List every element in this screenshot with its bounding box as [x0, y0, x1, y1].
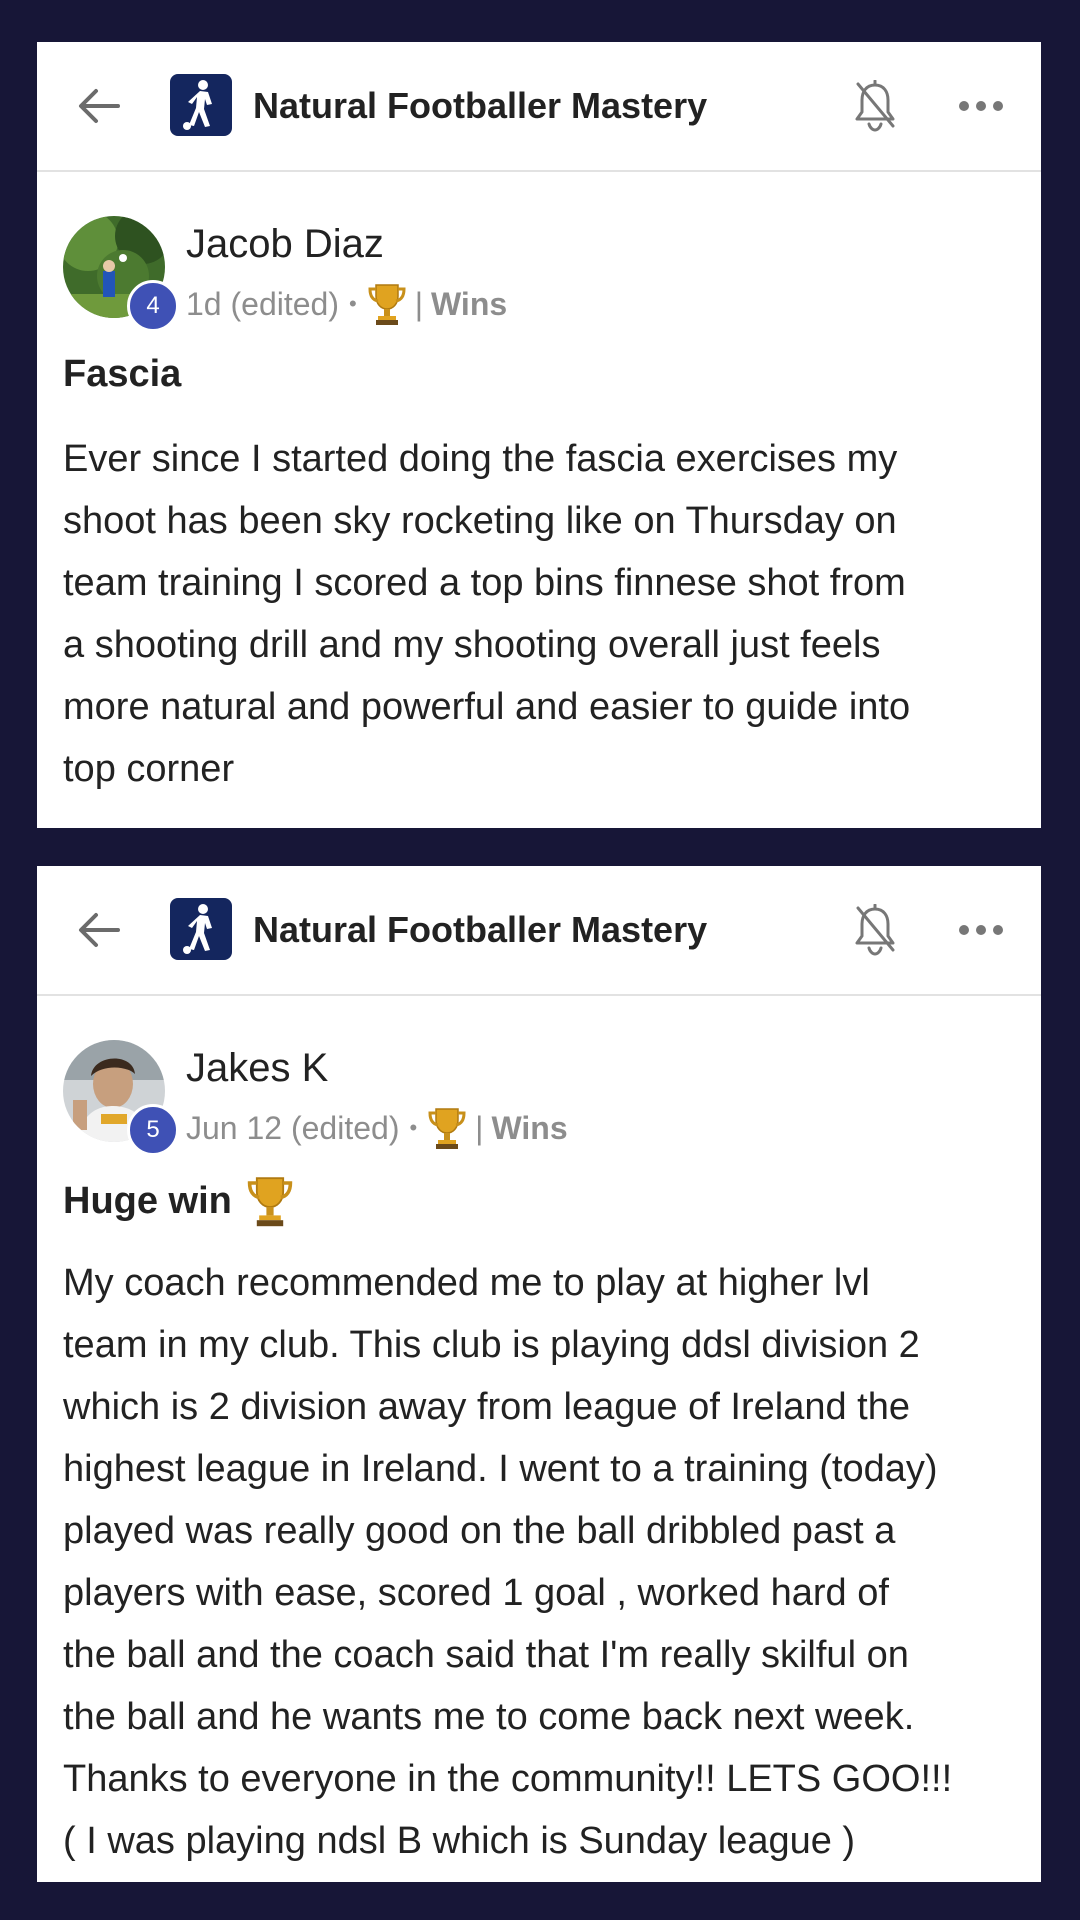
- level-badge: 4: [127, 280, 179, 332]
- meta-dot-separator: •: [348, 291, 357, 316]
- post-title-text: Fascia: [63, 353, 182, 395]
- post-body-line: shoot has been sky rocketing like on Thu…: [63, 500, 897, 542]
- post-time: Jun 12 (edited): [186, 1110, 400, 1146]
- post-body-line: team in my club. This club is playing dd…: [63, 1324, 920, 1366]
- group-logo: [170, 898, 232, 960]
- post-body: My coach recommended me to play at highe…: [63, 1252, 1033, 1872]
- bell-off-icon: [855, 80, 895, 132]
- arrow-left-icon: [79, 89, 120, 123]
- level-badge: 5: [127, 1104, 179, 1156]
- back-button[interactable]: [75, 82, 123, 130]
- bell-off-icon: [855, 904, 895, 956]
- author-name[interactable]: Jakes K: [186, 1044, 328, 1092]
- back-button[interactable]: [75, 906, 123, 954]
- post-card: Natural Footballer Mastery: [37, 866, 1041, 1882]
- post-title: Fascia: [63, 350, 181, 398]
- post-body-line: the ball and the coach said that I'm rea…: [63, 1634, 909, 1676]
- group-name[interactable]: Natural Footballer Mastery: [253, 908, 707, 952]
- post-meta: Jun 12 (edited) • | Wins: [186, 1106, 568, 1150]
- notification-toggle-button[interactable]: [849, 78, 901, 134]
- category-separator: |: [414, 286, 423, 322]
- more-options-button[interactable]: [949, 82, 1013, 130]
- post-meta: 1d (edited) • | Wins: [186, 282, 507, 326]
- more-horizontal-icon: [959, 101, 1003, 111]
- post-body-line: My coach recommended me to play at highe…: [63, 1262, 870, 1304]
- more-horizontal-icon: [959, 925, 1003, 935]
- post-body-line: players with ease, scored 1 goal , worke…: [63, 1572, 889, 1614]
- post-body-line: more natural and powerful and easier to …: [63, 686, 911, 728]
- arrow-left-icon: [79, 913, 120, 947]
- post-time: 1d (edited): [186, 286, 339, 322]
- group-logo: [170, 74, 232, 136]
- meta-dot-separator: •: [409, 1115, 418, 1140]
- top-bar: Natural Footballer Mastery: [37, 42, 1041, 172]
- author-name[interactable]: Jacob Diaz: [186, 220, 384, 268]
- post-category[interactable]: Wins: [431, 283, 507, 325]
- post-body-line: highest league in Ireland. I went to a t…: [63, 1448, 938, 1490]
- category-separator: |: [475, 1110, 484, 1146]
- post-title: Huge win: [63, 1174, 294, 1228]
- top-bar: Natural Footballer Mastery: [37, 866, 1041, 996]
- post-title-text: Huge win: [63, 1180, 232, 1222]
- post-body-line: played was really good on the ball dribb…: [63, 1510, 896, 1552]
- post-category[interactable]: Wins: [491, 1107, 567, 1149]
- notification-toggle-button[interactable]: [849, 902, 901, 958]
- trophy-icon: [368, 284, 406, 325]
- author-avatar[interactable]: 5: [63, 1040, 179, 1156]
- post-body-line: ( I was playing ndsl B which is Sunday l…: [63, 1820, 856, 1862]
- author-avatar[interactable]: 4: [63, 216, 179, 332]
- post-body-line: Thanks to everyone in the community!! LE…: [63, 1758, 953, 1800]
- post-body-line: team training I scored a top bins finnes…: [63, 562, 906, 604]
- post-card: Natural Footballer Mastery: [37, 42, 1041, 828]
- post-body-line: the ball and he wants me to come back ne…: [63, 1696, 915, 1738]
- post-body-line: top corner: [63, 748, 235, 790]
- post-body-line: which is 2 division away from league of …: [63, 1386, 911, 1428]
- post-body: Ever since I started doing the fascia ex…: [63, 428, 1033, 800]
- group-name[interactable]: Natural Footballer Mastery: [253, 84, 707, 128]
- trophy-icon: [247, 1177, 293, 1227]
- post-body-line: Ever since I started doing the fascia ex…: [63, 438, 898, 480]
- more-options-button[interactable]: [949, 906, 1013, 954]
- trophy-icon: [428, 1108, 466, 1149]
- post-body-line: a shooting drill and my shooting overall…: [63, 624, 881, 666]
